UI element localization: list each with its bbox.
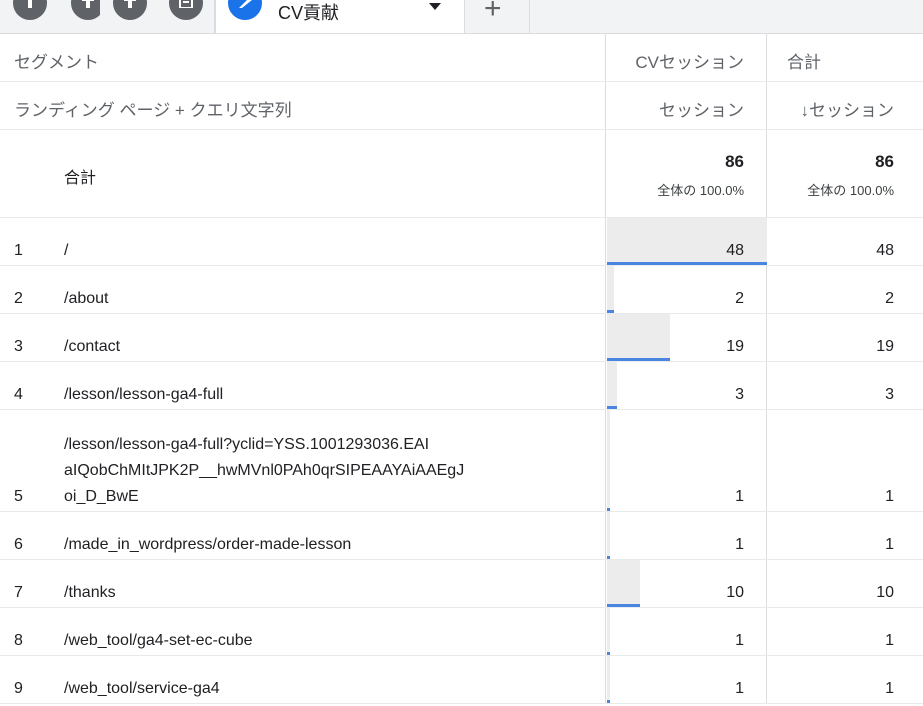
tab-label: CV貢献 bbox=[278, 3, 340, 23]
chevron-down-icon[interactable] bbox=[429, 3, 441, 10]
total-sessions-value: 3 bbox=[885, 386, 894, 403]
cv-sessions-value: 1 bbox=[735, 488, 744, 505]
totals-total-value: 86 bbox=[875, 152, 894, 171]
row-index: 3 bbox=[14, 338, 23, 355]
landing-page-link[interactable]: / bbox=[64, 238, 584, 264]
share-bar bbox=[607, 266, 614, 313]
landing-page-link[interactable]: /made_in_wordpress/order-made-lesson bbox=[64, 532, 584, 558]
segment-cv-header[interactable]: CVセッション bbox=[605, 34, 767, 81]
share-bar-line bbox=[607, 508, 610, 511]
total-sessions-value: 10 bbox=[876, 584, 894, 601]
segment-total-label: 合計 bbox=[787, 53, 821, 72]
table-row[interactable]: 1 / 48 48 bbox=[0, 218, 923, 266]
total-sessions-value: 2 bbox=[885, 290, 894, 307]
table-icon bbox=[169, 0, 203, 20]
totals-cv-value: 86 bbox=[725, 152, 744, 171]
metric-total-header[interactable]: ↓セッション bbox=[767, 82, 923, 129]
segment-label: セグメント bbox=[14, 53, 99, 72]
share-bar-line bbox=[607, 652, 610, 655]
table-row[interactable]: 3/contact 19 19 bbox=[0, 314, 923, 362]
share-bar bbox=[607, 560, 640, 607]
dimension-label: ランディング ページ + クエリ文字列 bbox=[14, 101, 292, 120]
share-bar-line bbox=[607, 358, 670, 361]
pencil-icon bbox=[228, 0, 262, 20]
landing-page-link[interactable]: /lesson/lesson-ga4-full?yclid=YSS.100129… bbox=[64, 432, 584, 510]
row-index: 9 bbox=[14, 680, 23, 697]
total-sessions-value: 1 bbox=[885, 680, 894, 697]
share-bar-line bbox=[607, 262, 767, 265]
table-row[interactable]: 9/web_tool/service-ga4 1 1 bbox=[0, 656, 923, 704]
tab-report-1[interactable] bbox=[0, 0, 59, 33]
share-bar-line bbox=[607, 604, 640, 607]
column-header-row: ランディング ページ + クエリ文字列 セッション ↓セッション bbox=[0, 82, 923, 130]
share-bar-line bbox=[607, 406, 617, 409]
row-index: 2 bbox=[14, 290, 23, 307]
cv-sessions-value: 1 bbox=[735, 632, 744, 649]
landing-page-link[interactable]: /thanks bbox=[64, 580, 584, 606]
tab-bar: CV貢献 + bbox=[0, 0, 923, 34]
totals-total-percent: 全体の 100.0% bbox=[807, 183, 894, 198]
total-sessions-value: 19 bbox=[876, 338, 894, 355]
metric-cv-label: セッション bbox=[659, 101, 744, 120]
share-bar bbox=[607, 512, 610, 559]
cv-sessions-value: 19 bbox=[726, 338, 744, 355]
share-bar bbox=[607, 410, 610, 511]
total-sessions-value: 1 bbox=[885, 488, 894, 505]
share-bar-line bbox=[607, 700, 610, 703]
bar-chart-icon bbox=[13, 0, 47, 20]
segment-header-row: セグメント CVセッション 合計 bbox=[0, 34, 923, 82]
table-row[interactable]: 2/about 2 2 bbox=[0, 266, 923, 314]
row-index: 8 bbox=[14, 632, 23, 649]
share-bar bbox=[607, 656, 610, 703]
landing-page-link[interactable]: /web_tool/ga4-set-ec-cube bbox=[64, 628, 584, 654]
landing-page-link[interactable]: /about bbox=[64, 286, 584, 312]
cv-sessions-value: 1 bbox=[735, 680, 744, 697]
cv-sessions-value: 1 bbox=[735, 536, 744, 553]
share-bar-line bbox=[607, 310, 614, 313]
bar-chart-icon bbox=[113, 0, 147, 20]
share-bar bbox=[607, 608, 610, 655]
share-bar bbox=[607, 314, 670, 361]
share-bar-line bbox=[607, 556, 610, 559]
share-bar bbox=[607, 362, 617, 409]
landing-page-link[interactable]: /lesson/lesson-ga4-full bbox=[64, 382, 584, 408]
cv-sessions-value: 10 bbox=[726, 584, 744, 601]
row-index: 7 bbox=[14, 584, 23, 601]
cv-sessions-value: 48 bbox=[726, 242, 744, 259]
table-row[interactable]: 8/web_tool/ga4-set-ec-cube 1 1 bbox=[0, 608, 923, 656]
tab-report-3[interactable] bbox=[100, 0, 159, 33]
total-sessions-value: 1 bbox=[885, 632, 894, 649]
segment-total-header[interactable]: 合計 bbox=[767, 34, 923, 81]
cv-sessions-value: 2 bbox=[735, 290, 744, 307]
row-index: 5 bbox=[14, 488, 23, 505]
totals-row: 合計 86 全体の 100.0% 86 全体の 100.0% bbox=[0, 130, 923, 218]
row-index: 6 bbox=[14, 536, 23, 553]
landing-page-link[interactable]: /contact bbox=[64, 334, 584, 360]
totals-label: 合計 bbox=[64, 170, 97, 187]
totals-cv-percent: 全体の 100.0% bbox=[657, 183, 744, 198]
total-sessions-value: 1 bbox=[885, 536, 894, 553]
plus-icon: + bbox=[484, 0, 502, 25]
landing-page-link[interactable]: /web_tool/service-ga4 bbox=[64, 676, 584, 702]
total-sessions-value: 48 bbox=[876, 242, 894, 259]
row-index: 4 bbox=[14, 386, 23, 403]
dimension-header[interactable]: ランディング ページ + クエリ文字列 bbox=[0, 82, 605, 129]
tab-report-4[interactable] bbox=[156, 0, 215, 33]
metric-total-label: ↓セッション bbox=[800, 101, 895, 120]
cv-sessions-value: 3 bbox=[735, 386, 744, 403]
tab-cv-contribution[interactable]: CV貢献 bbox=[215, 0, 465, 33]
row-index: 1 bbox=[14, 242, 23, 259]
table-row[interactable]: 5/lesson/lesson-ga4-full?yclid=YSS.10012… bbox=[0, 410, 923, 512]
table-row[interactable]: 6/made_in_wordpress/order-made-lesson 1 1 bbox=[0, 512, 923, 560]
add-tab-button[interactable]: + bbox=[465, 0, 530, 33]
segment-cv-label: CVセッション bbox=[635, 53, 744, 72]
table-row[interactable]: 4/lesson/lesson-ga4-full 3 3 bbox=[0, 362, 923, 410]
table-row[interactable]: 7/thanks 10 10 bbox=[0, 560, 923, 608]
metric-cv-header[interactable]: セッション bbox=[605, 82, 767, 129]
